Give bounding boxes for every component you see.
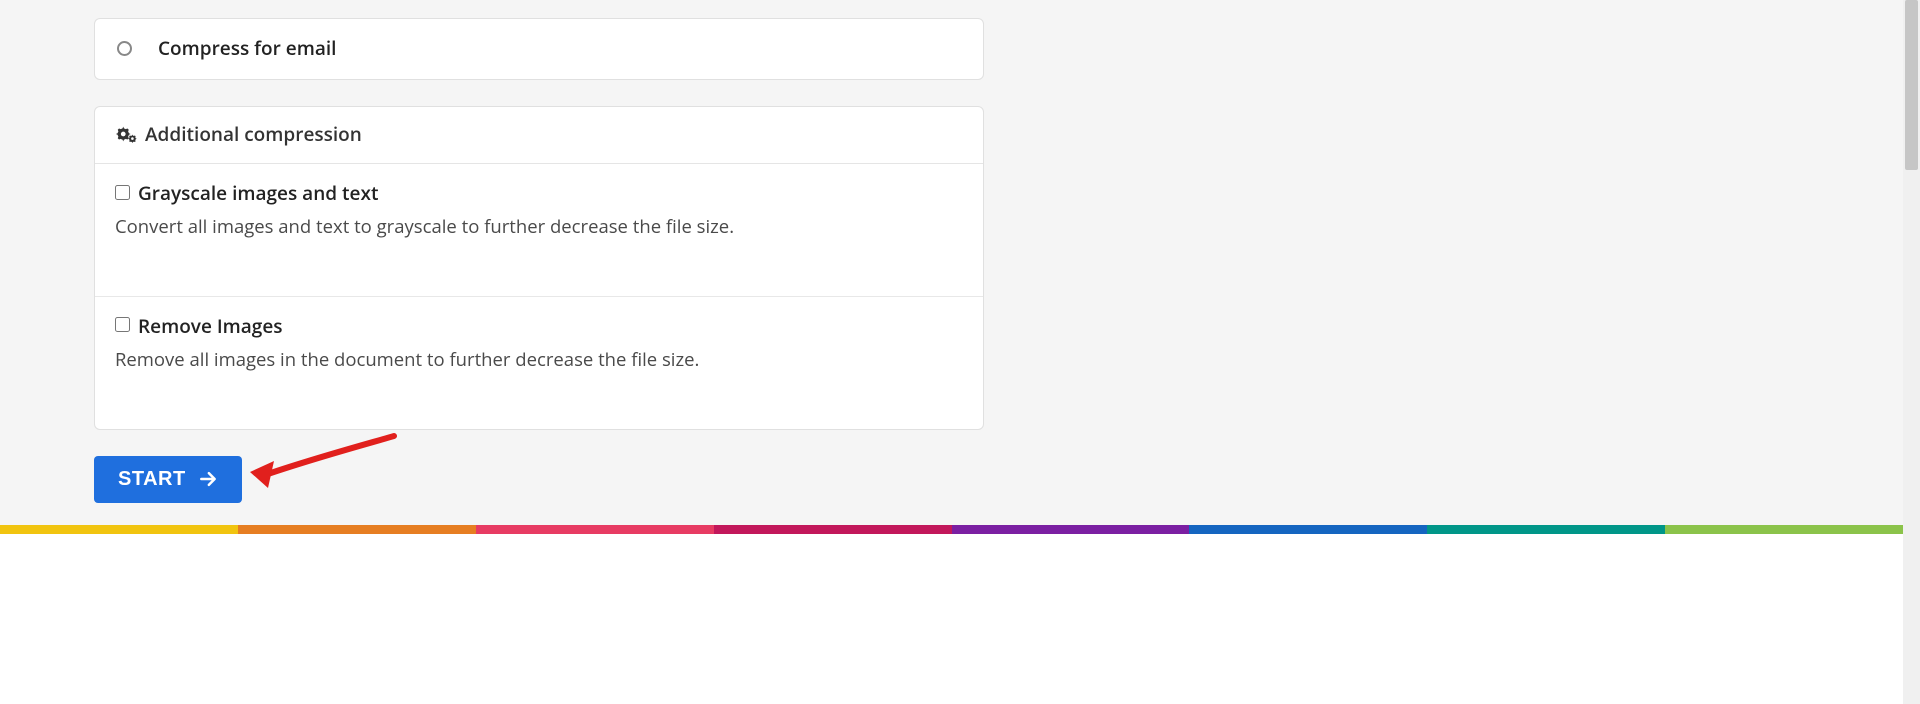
section-header: Additional compression — [95, 107, 983, 164]
option-grayscale: Grayscale images and text Convert all im… — [95, 164, 983, 297]
scrollbar-thumb[interactable] — [1905, 0, 1918, 170]
radio-icon[interactable] — [117, 41, 132, 56]
footer-color-strip — [0, 525, 1903, 534]
page-content: Compress for email Additional compressio… — [0, 0, 1920, 503]
checkbox-remove-images[interactable] — [115, 317, 130, 332]
option-card-compress-email[interactable]: Compress for email — [94, 18, 984, 80]
option-desc: Convert all images and text to grayscale… — [115, 214, 963, 240]
radio-label: Compress for email — [158, 35, 336, 61]
start-button-label: START — [118, 468, 186, 491]
option-title-row[interactable]: Grayscale images and text — [115, 180, 963, 206]
checkbox-grayscale[interactable] — [115, 185, 130, 200]
radio-row[interactable]: Compress for email — [95, 19, 983, 79]
start-button[interactable]: START — [94, 456, 242, 503]
arrow-right-icon — [198, 469, 218, 489]
option-desc: Remove all images in the document to fur… — [115, 347, 963, 373]
footer-white-area — [0, 534, 1903, 704]
scrollbar[interactable] — [1903, 0, 1920, 704]
option-title-text: Grayscale images and text — [138, 180, 378, 206]
gears-icon — [115, 124, 137, 144]
option-title-row[interactable]: Remove Images — [115, 313, 963, 339]
option-title-text: Remove Images — [138, 313, 283, 339]
additional-compression-card: Additional compression Grayscale images … — [94, 106, 984, 430]
section-title: Additional compression — [145, 121, 362, 147]
option-remove-images: Remove Images Remove all images in the d… — [95, 297, 983, 429]
